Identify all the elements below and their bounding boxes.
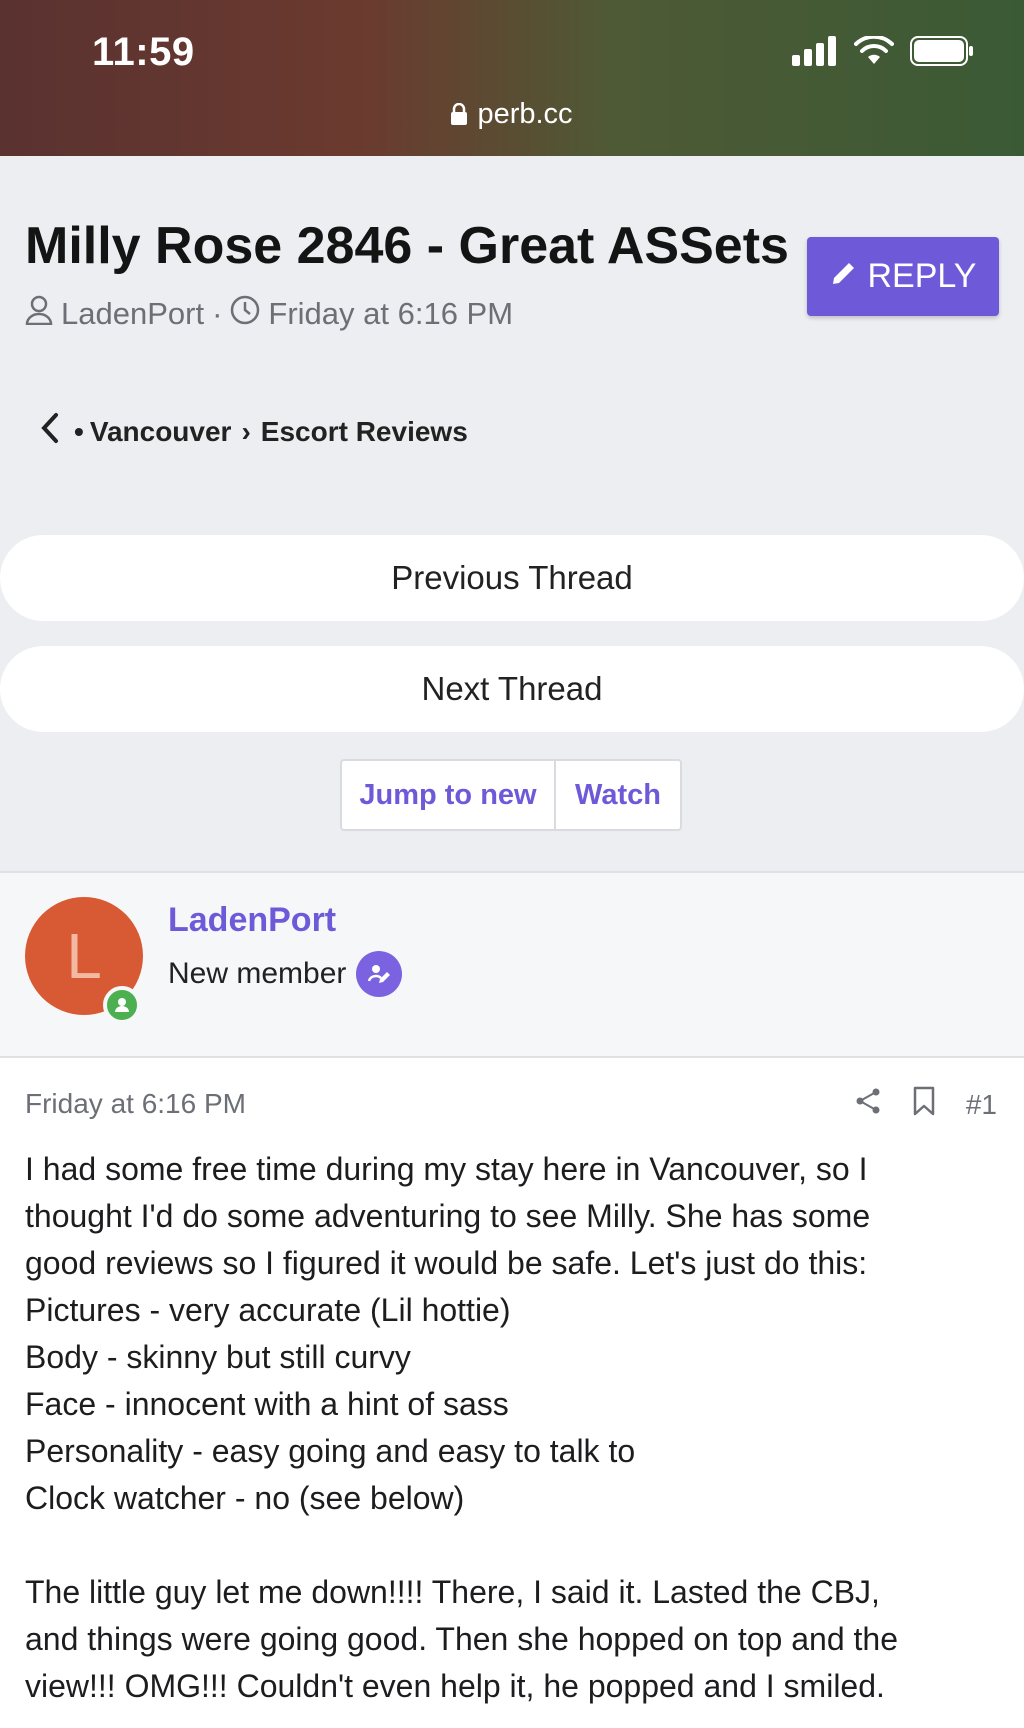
user-title: New member — [168, 957, 347, 990]
battery-icon — [910, 36, 974, 71]
clock-icon — [230, 295, 260, 333]
status-time: 11:59 — [92, 30, 195, 74]
post-line: good reviews so I figured it would be sa… — [25, 1245, 868, 1281]
post-line: Clock watcher - no (see below) — [25, 1480, 465, 1516]
online-status-icon — [103, 986, 141, 1024]
breadcrumb-forum[interactable]: Vancouver — [90, 416, 232, 448]
post-number[interactable]: #1 — [966, 1089, 997, 1121]
post-line: and things were going good. Then she hop… — [25, 1621, 898, 1657]
thread-meta: LadenPort · Friday at 6:16 PM — [25, 295, 513, 333]
post-actions: #1 — [854, 1086, 997, 1123]
watch-button[interactable]: Watch — [556, 761, 680, 829]
post-username[interactable]: LadenPort — [168, 901, 336, 940]
post-body: I had some free time during my stay here… — [25, 1146, 1005, 1710]
previous-thread-label: Previous Thread — [391, 559, 633, 596]
reply-label: REPLY — [867, 257, 977, 295]
jump-to-new-button[interactable]: Jump to new — [342, 761, 556, 829]
bookmark-icon[interactable] — [912, 1086, 936, 1123]
post-line: Personality - easy going and easy to tal… — [25, 1433, 636, 1469]
user-edit-badge-icon — [356, 951, 403, 997]
post-line: Pictures - very accurate (Lil hottie) — [25, 1292, 511, 1328]
reply-button[interactable]: REPLY — [807, 237, 999, 316]
post-line: I had some free time during my stay here… — [25, 1151, 868, 1187]
post-user-block: L LadenPort New member — [0, 871, 1024, 1058]
previous-thread-button[interactable]: Previous Thread — [0, 535, 1024, 621]
lock-icon — [451, 100, 468, 133]
meta-separator: · — [212, 296, 223, 331]
user-title-row: New member — [168, 951, 403, 997]
breadcrumb-section[interactable]: Escort Reviews — [261, 416, 468, 448]
share-icon[interactable] — [854, 1087, 882, 1122]
address-bar[interactable]: perb.cc — [0, 98, 1024, 133]
signal-icon — [792, 36, 838, 71]
status-icons — [792, 34, 974, 71]
breadcrumb: • Vancouver › Escort Reviews — [40, 412, 468, 451]
post: Friday at 6:16 PM #1 I had some free tim… — [0, 1058, 1024, 1728]
post-line: The little guy let me down!!!! There, I … — [25, 1574, 880, 1610]
status-bar: 11:59 perb.cc — [0, 0, 1024, 156]
thread-date[interactable]: Friday at 6:16 PM — [268, 296, 513, 332]
post-line: Face - innocent with a hint of sass — [25, 1386, 509, 1422]
post-date[interactable]: Friday at 6:16 PM — [25, 1088, 246, 1120]
thread-action-group: Jump to new Watch — [340, 759, 682, 831]
thread-header: Milly Rose 2846 - Great ASSets REPLY Lad… — [0, 156, 1024, 871]
url-text: perb.cc — [477, 98, 573, 130]
breadcrumb-bullet: • — [74, 415, 84, 447]
post-line: thought I'd do some adventuring to see M… — [25, 1198, 871, 1234]
page-title: Milly Rose 2846 - Great ASSets — [25, 217, 789, 275]
pencil-icon — [830, 257, 858, 296]
next-thread-button[interactable]: Next Thread — [0, 646, 1024, 732]
avatar-letter: L — [66, 920, 102, 992]
breadcrumb-arrow: › — [241, 415, 251, 447]
wifi-icon — [854, 34, 894, 71]
thread-author[interactable]: LadenPort — [61, 296, 204, 332]
next-thread-label: Next Thread — [421, 670, 603, 707]
post-line: Body - skinny but still curvy — [25, 1339, 411, 1375]
post-line: view!!! OMG!!! Couldn't even help it, he… — [25, 1668, 885, 1704]
chevron-left-icon[interactable] — [40, 412, 60, 451]
user-icon — [25, 295, 53, 333]
